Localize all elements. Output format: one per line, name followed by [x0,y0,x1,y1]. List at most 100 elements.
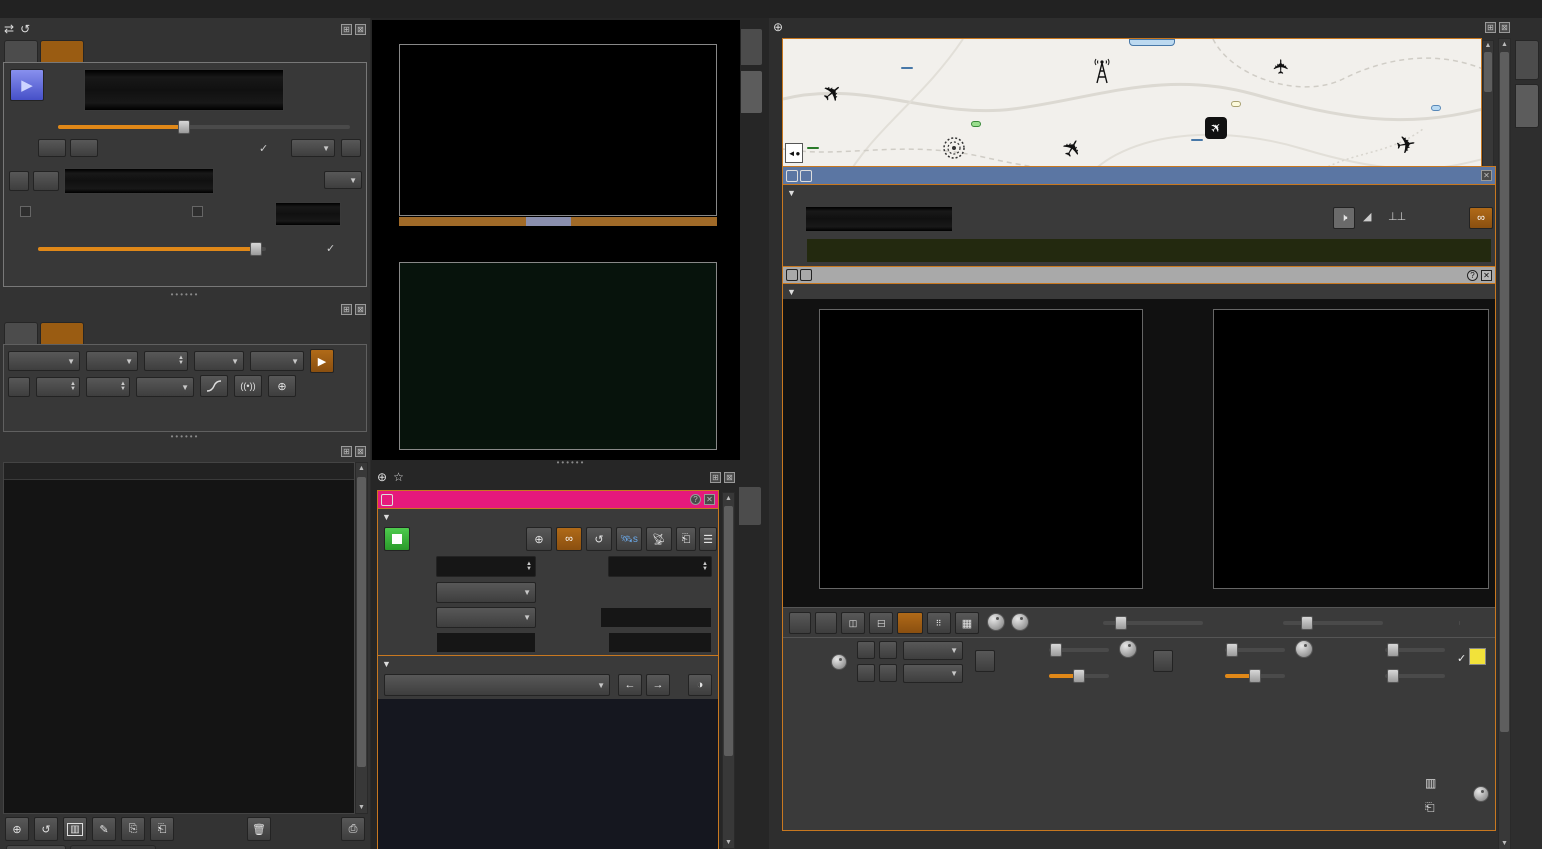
spectrum-side-tab-r0[interactable] [740,28,763,66]
save-trace-icon[interactable]: ▥ [1425,776,1436,790]
radio-tower-icon[interactable] [1091,57,1113,85]
trace-up-button[interactable] [879,641,897,659]
restore-window-icon[interactable]: ⊞ [341,304,352,315]
amp-slider[interactable] [1049,648,1109,652]
swap-device-icon[interactable]: ⇄ [4,22,14,36]
tracker-stop-button[interactable] [384,527,410,551]
map-label-clipped[interactable] [1129,39,1175,46]
next-pass-button[interactable]: → [646,674,670,696]
trace-down-button[interactable] [879,664,897,682]
dark-theme-button[interactable]: ◑ [688,674,712,696]
averaging-spinbox[interactable]: ▲▼ [144,351,188,371]
target-location-button[interactable]: ⊕ [526,527,552,551]
fft-size-dropdown[interactable]: ▼ [86,351,138,371]
trace-color-swatch[interactable] [1469,648,1486,665]
trace-number-dropdown[interactable]: ▼ [903,641,963,660]
close-icon[interactable]: ✕ [1481,270,1492,281]
load-trace-icon[interactable]: ⎗ [1425,800,1435,815]
fft-window-dropdown[interactable]: ▼ [8,351,80,371]
update-preset-button[interactable]: ↺ [34,817,58,841]
add-channel-icon[interactable]: ⊕ [773,20,783,34]
satellite-tracker-titlebar[interactable]: ? ✕ [378,491,718,508]
iq-button[interactable] [70,139,98,157]
log-scale-button[interactable] [200,375,228,397]
map-label-icao1[interactable] [901,67,913,69]
close-window-icon[interactable]: ⊠ [1499,22,1510,33]
scope-trace-plot[interactable] [819,309,1143,589]
map-label-icao2[interactable] [1191,139,1203,141]
ofs-checkbox[interactable] [192,206,203,217]
pass-chart-row[interactable]: ▼ [378,655,718,671]
delta-f-dial[interactable] [805,206,953,232]
spectrum-bars-icon[interactable]: ⊥⊥ [1388,210,1405,223]
features-tab-f0[interactable] [738,486,762,526]
trace-offset-slider[interactable] [1225,648,1285,652]
tracker-settings-row[interactable]: ▼ [378,508,718,524]
crosshair-button[interactable]: ⊕ [268,375,296,397]
decimation-dropdown[interactable]: ▼ [324,171,362,189]
memory-knob[interactable] [1473,786,1489,802]
bias-t-checkbox[interactable]: ✓ [259,142,268,155]
scope-polar-points-button[interactable]: ⠿ [927,612,951,634]
right-scrollbar[interactable]: ▲▼ [1498,38,1511,849]
chart-type-dropdown[interactable]: ▼ [384,674,610,696]
ref-level-spinbox[interactable]: ▲▼ [36,377,80,397]
map-scrollbar[interactable]: ▲ [1482,40,1494,180]
menu-button[interactable]: ☰ [699,527,717,551]
scope-horizontal-split-button[interactable]: ◫ [841,612,865,634]
agc-checkbox[interactable]: ✓ [326,242,335,255]
star-icon[interactable]: ☆ [393,470,404,484]
lo-ppm-slider[interactable] [58,125,350,129]
scope-xy-plot[interactable] [1213,309,1489,589]
airport-icon[interactable]: ✈ [1205,117,1227,139]
close-window-icon[interactable]: ⊠ [355,304,366,315]
analyzer-titlebar[interactable]: ? ✕ [783,266,1495,283]
nomod-checkbox[interactable] [20,206,31,217]
help-icon[interactable]: ? [690,494,701,505]
channel-color-button[interactable] [786,269,798,281]
prev-pass-button[interactable]: ← [618,674,642,696]
vor-beacon-icon[interactable] [941,135,967,161]
channels-side-tab-r0[interactable] [1515,40,1539,80]
projection-dropdown[interactable]: ▼ [903,664,963,683]
update-tle-button[interactable]: ↺ [586,527,612,551]
presets-scrollbar[interactable]: ▲▼ [355,462,368,814]
longitude-field[interactable]: ▲▼ [608,556,712,577]
add-trace-button[interactable] [857,641,875,659]
map-infobox-aircraft[interactable] [1431,105,1441,111]
adsb-map[interactable]: ✈ ✈ ✈ ✈ ◄● ✈ [782,38,1482,182]
scope-x-button[interactable] [789,612,811,634]
mute-button[interactable]: 🕨 [1333,207,1355,229]
close-icon[interactable]: ✕ [1481,170,1492,181]
grid-intensity-knob[interactable] [1011,613,1029,631]
add-feature-icon[interactable]: ⊕ [377,470,387,484]
channels-side-tab-r1[interactable] [1515,84,1539,128]
scope-xy-button[interactable] [897,612,923,634]
device-tab-r1[interactable] [40,40,84,62]
ndb-marker-icon[interactable]: ◄● [785,143,803,163]
fc-position-dropdown[interactable]: ▼ [291,139,335,157]
amp-button[interactable] [975,650,995,672]
load-preset-button[interactable]: ⎙ [341,817,365,841]
amp-exp-slider[interactable] [1049,674,1109,678]
scope-vertical-split-button[interactable]: ◫ [869,612,893,634]
rfbw-dial[interactable] [275,202,341,226]
center-frequency-dial[interactable] [84,69,284,111]
channel-color-button[interactable] [786,170,798,182]
import-preset-button[interactable]: ⎗ [150,817,174,841]
resize-handle[interactable]: •••••• [160,432,210,441]
autoscale-button[interactable] [8,377,30,397]
sample-rate-dial[interactable] [64,168,214,194]
spectrum-plot[interactable] [399,44,717,216]
resize-handle[interactable]: •••••• [546,458,596,467]
save-settings-button[interactable]: ⎗ [676,527,696,551]
frequency-scale-bar[interactable] [399,217,717,226]
offset-exp-slider[interactable] [1225,674,1285,678]
delete-preset-button[interactable]: 🗑︎ [247,817,271,841]
close-window-icon[interactable]: ⊠ [355,24,366,35]
offset-button[interactable] [1153,650,1173,672]
spectrum-side-tab-r1[interactable] [740,70,763,114]
satellite-selection-button[interactable]: 🛰︎s [616,527,642,551]
time-slider[interactable] [1103,621,1203,625]
waterfall-plot[interactable] [399,262,717,450]
